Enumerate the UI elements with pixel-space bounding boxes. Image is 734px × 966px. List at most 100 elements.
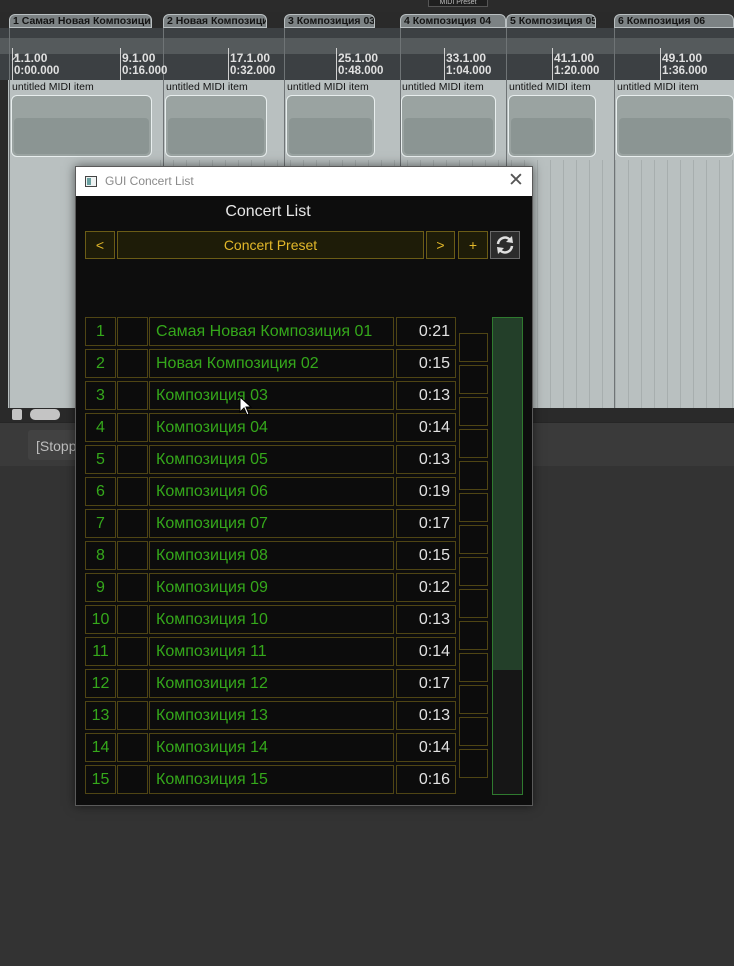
song-marker-cell[interactable] <box>117 381 148 410</box>
toolbar-strip <box>0 0 734 12</box>
song-marker-cell[interactable] <box>117 573 148 602</box>
song-duration: 0:13 <box>396 381 456 410</box>
zoom-thumb[interactable] <box>30 409 60 420</box>
list-scroll-thumb[interactable] <box>493 318 522 670</box>
song-name[interactable]: Композиция 03 <box>149 381 394 410</box>
song-marker-cell[interactable] <box>117 477 148 506</box>
song-name[interactable]: Композиция 06 <box>149 477 394 506</box>
song-duration: 0:14 <box>396 413 456 442</box>
song-gap-cell[interactable] <box>459 749 488 778</box>
scroll-left-button[interactable] <box>12 409 22 420</box>
song-name[interactable]: Композиция 05 <box>149 445 394 474</box>
grid-line <box>563 160 564 408</box>
mouse-cursor-icon <box>239 396 253 416</box>
song-name[interactable]: Композиция 12 <box>149 669 394 698</box>
region-tab[interactable]: 2 Новая Композиция 02 <box>163 14 267 28</box>
grid-line <box>667 160 668 408</box>
song-marker-cell[interactable] <box>117 541 148 570</box>
song-marker-cell[interactable] <box>117 349 148 378</box>
song-gap-cell[interactable] <box>459 493 488 522</box>
song-gap-cell[interactable] <box>459 429 488 458</box>
song-name[interactable]: Композиция 11 <box>149 637 394 666</box>
region-tab[interactable]: 4 Композиция 04 <box>400 14 506 28</box>
song-name[interactable]: Композиция 13 <box>149 701 394 730</box>
region-tab[interactable]: 3 Композиция 03 <box>284 14 375 28</box>
song-name[interactable]: Композиция 09 <box>149 573 394 602</box>
song-gap-cell[interactable] <box>459 365 488 394</box>
grid-line <box>680 160 681 408</box>
prev-preset-button[interactable]: < <box>85 231 115 259</box>
song-name[interactable]: Композиция 14 <box>149 733 394 762</box>
song-marker-cell[interactable] <box>117 317 148 346</box>
midi-item[interactable] <box>508 95 596 157</box>
song-duration: 0:14 <box>396 637 456 666</box>
ruler-bar-label: 33.1.00 <box>446 51 487 65</box>
region-tab[interactable]: 1 Самая Новая Композиция 01 <box>9 14 152 28</box>
song-marker-cell[interactable] <box>117 445 148 474</box>
song-marker-cell[interactable] <box>117 733 148 762</box>
midi-item-body <box>619 118 731 154</box>
ruler-bar-label: 41.1.00 <box>554 51 595 65</box>
region-tab[interactable]: 6 Композиция 06 <box>614 14 734 28</box>
song-gap-cell[interactable] <box>459 333 488 362</box>
grid-line <box>654 160 655 408</box>
song-number: 6 <box>85 477 116 506</box>
song-gap-cell[interactable] <box>459 621 488 650</box>
ruler-time-label: 1:20.000 <box>554 65 600 77</box>
midi-item[interactable] <box>11 95 152 157</box>
song-duration: 0:13 <box>396 701 456 730</box>
song-duration: 0:19 <box>396 477 456 506</box>
song-number: 2 <box>85 349 116 378</box>
song-name[interactable]: Композиция 07 <box>149 509 394 538</box>
track-panel-edge <box>0 80 8 408</box>
ruler-bar-label: 17.1.00 <box>230 51 271 65</box>
song-gap-cell[interactable] <box>459 397 488 426</box>
grid-line <box>589 160 590 408</box>
song-marker-cell[interactable] <box>117 413 148 442</box>
arrow-icon: ↗ <box>10 50 21 64</box>
song-name[interactable]: Композиция 15 <box>149 765 394 794</box>
song-duration: 0:17 <box>396 669 456 698</box>
song-name[interactable]: Композиция 10 <box>149 605 394 634</box>
song-name[interactable]: Новая Композиция 02 <box>149 349 394 378</box>
song-marker-cell[interactable] <box>117 637 148 666</box>
midi-item[interactable] <box>165 95 267 157</box>
app-icon <box>85 176 97 187</box>
close-icon[interactable]: ✕ <box>504 171 528 191</box>
song-marker-cell[interactable] <box>117 701 148 730</box>
region-tab[interactable]: 5 Композиция 05 <box>506 14 596 28</box>
preset-name-button[interactable]: Concert Preset <box>117 231 424 259</box>
next-preset-button[interactable]: > <box>426 231 455 259</box>
song-gap-cell[interactable] <box>459 717 488 746</box>
midi-item-body <box>168 118 264 154</box>
song-number: 5 <box>85 445 116 474</box>
grid-line <box>615 160 616 408</box>
song-number: 15 <box>85 765 116 794</box>
ruler-bar-label: 9.1.00 <box>122 51 156 65</box>
song-gap-cell[interactable] <box>459 461 488 490</box>
ruler-bar-label: 25.1.00 <box>338 51 379 65</box>
song-gap-cell[interactable] <box>459 557 488 586</box>
song-gap-cell[interactable] <box>459 525 488 554</box>
midi-item[interactable] <box>401 95 496 157</box>
song-gap-cell[interactable] <box>459 685 488 714</box>
song-name[interactable]: Композиция 08 <box>149 541 394 570</box>
midi-item[interactable] <box>616 95 734 157</box>
song-marker-cell[interactable] <box>117 509 148 538</box>
midi-item-label: untitled MIDI item <box>617 81 699 93</box>
dialog-titlebar[interactable]: GUI Concert List ✕ <box>76 167 532 196</box>
song-marker-cell[interactable] <box>117 669 148 698</box>
grid-line <box>719 160 720 408</box>
song-name[interactable]: Композиция 04 <box>149 413 394 442</box>
refresh-button[interactable] <box>490 231 520 259</box>
song-duration: 0:15 <box>396 541 456 570</box>
ruler-tick <box>336 48 337 80</box>
song-gap-cell[interactable] <box>459 653 488 682</box>
ruler-time-label: 1:36.000 <box>662 65 708 77</box>
song-marker-cell[interactable] <box>117 605 148 634</box>
song-marker-cell[interactable] <box>117 765 148 794</box>
midi-item[interactable] <box>286 95 375 157</box>
song-name[interactable]: Самая Новая Композиция 01 <box>149 317 394 346</box>
add-preset-button[interactable]: + <box>458 231 488 259</box>
song-gap-cell[interactable] <box>459 589 488 618</box>
